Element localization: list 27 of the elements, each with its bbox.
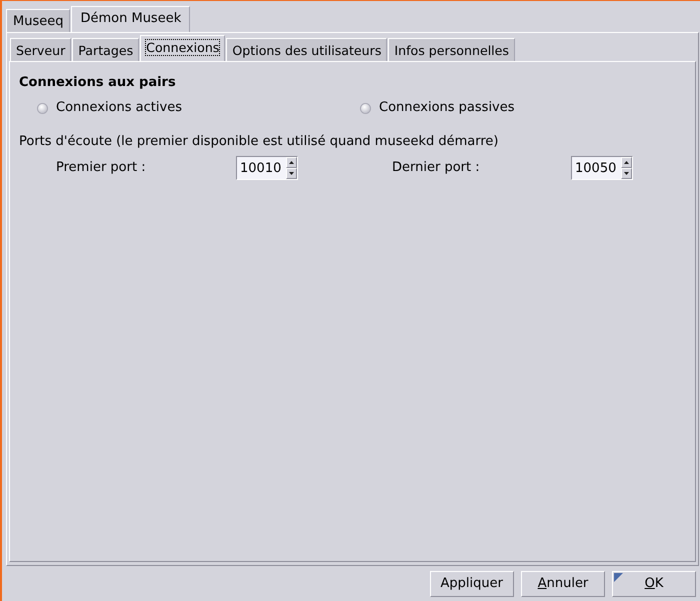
- spin-up-button[interactable]: [621, 157, 632, 168]
- tab[interactable]: Infos personnelles: [388, 38, 515, 61]
- tab[interactable]: Démon Museek: [71, 6, 190, 32]
- triangle-up-icon: [289, 161, 294, 164]
- spin-up-button[interactable]: [286, 157, 297, 168]
- triangle-up-icon: [624, 161, 629, 164]
- dialog-button[interactable]: OK: [612, 570, 696, 596]
- corner-triangle-icon: [614, 572, 623, 582]
- tab[interactable]: Partages: [72, 38, 140, 61]
- dialog-button[interactable]: Appliquer: [430, 570, 514, 596]
- radio-option[interactable]: Connexions actives: [37, 100, 182, 116]
- tab[interactable]: Museeq: [6, 9, 70, 32]
- triangle-down-icon: [289, 172, 294, 175]
- port-spinbox[interactable]: 10010: [236, 156, 298, 180]
- tab[interactable]: Connexions: [140, 35, 226, 61]
- field-label: Premier port :: [56, 160, 146, 176]
- spin-down-button[interactable]: [621, 168, 632, 179]
- ports-label: Ports d'écoute (le premier disponible est utilisé quand museekd démarre): [19, 134, 500, 150]
- triangle-down-icon: [624, 172, 629, 175]
- field-label: Dernier port :: [392, 160, 480, 176]
- dialog-button[interactable]: Annuler: [521, 570, 605, 596]
- tab[interactable]: Serveur: [10, 38, 72, 61]
- tab[interactable]: Options des utilisateurs: [226, 38, 388, 61]
- radio-option[interactable]: Connexions passives: [360, 100, 515, 116]
- section-title: Connexions aux pairs: [19, 75, 177, 91]
- spin-down-button[interactable]: [286, 168, 297, 179]
- port-spinbox[interactable]: 10050: [571, 156, 633, 180]
